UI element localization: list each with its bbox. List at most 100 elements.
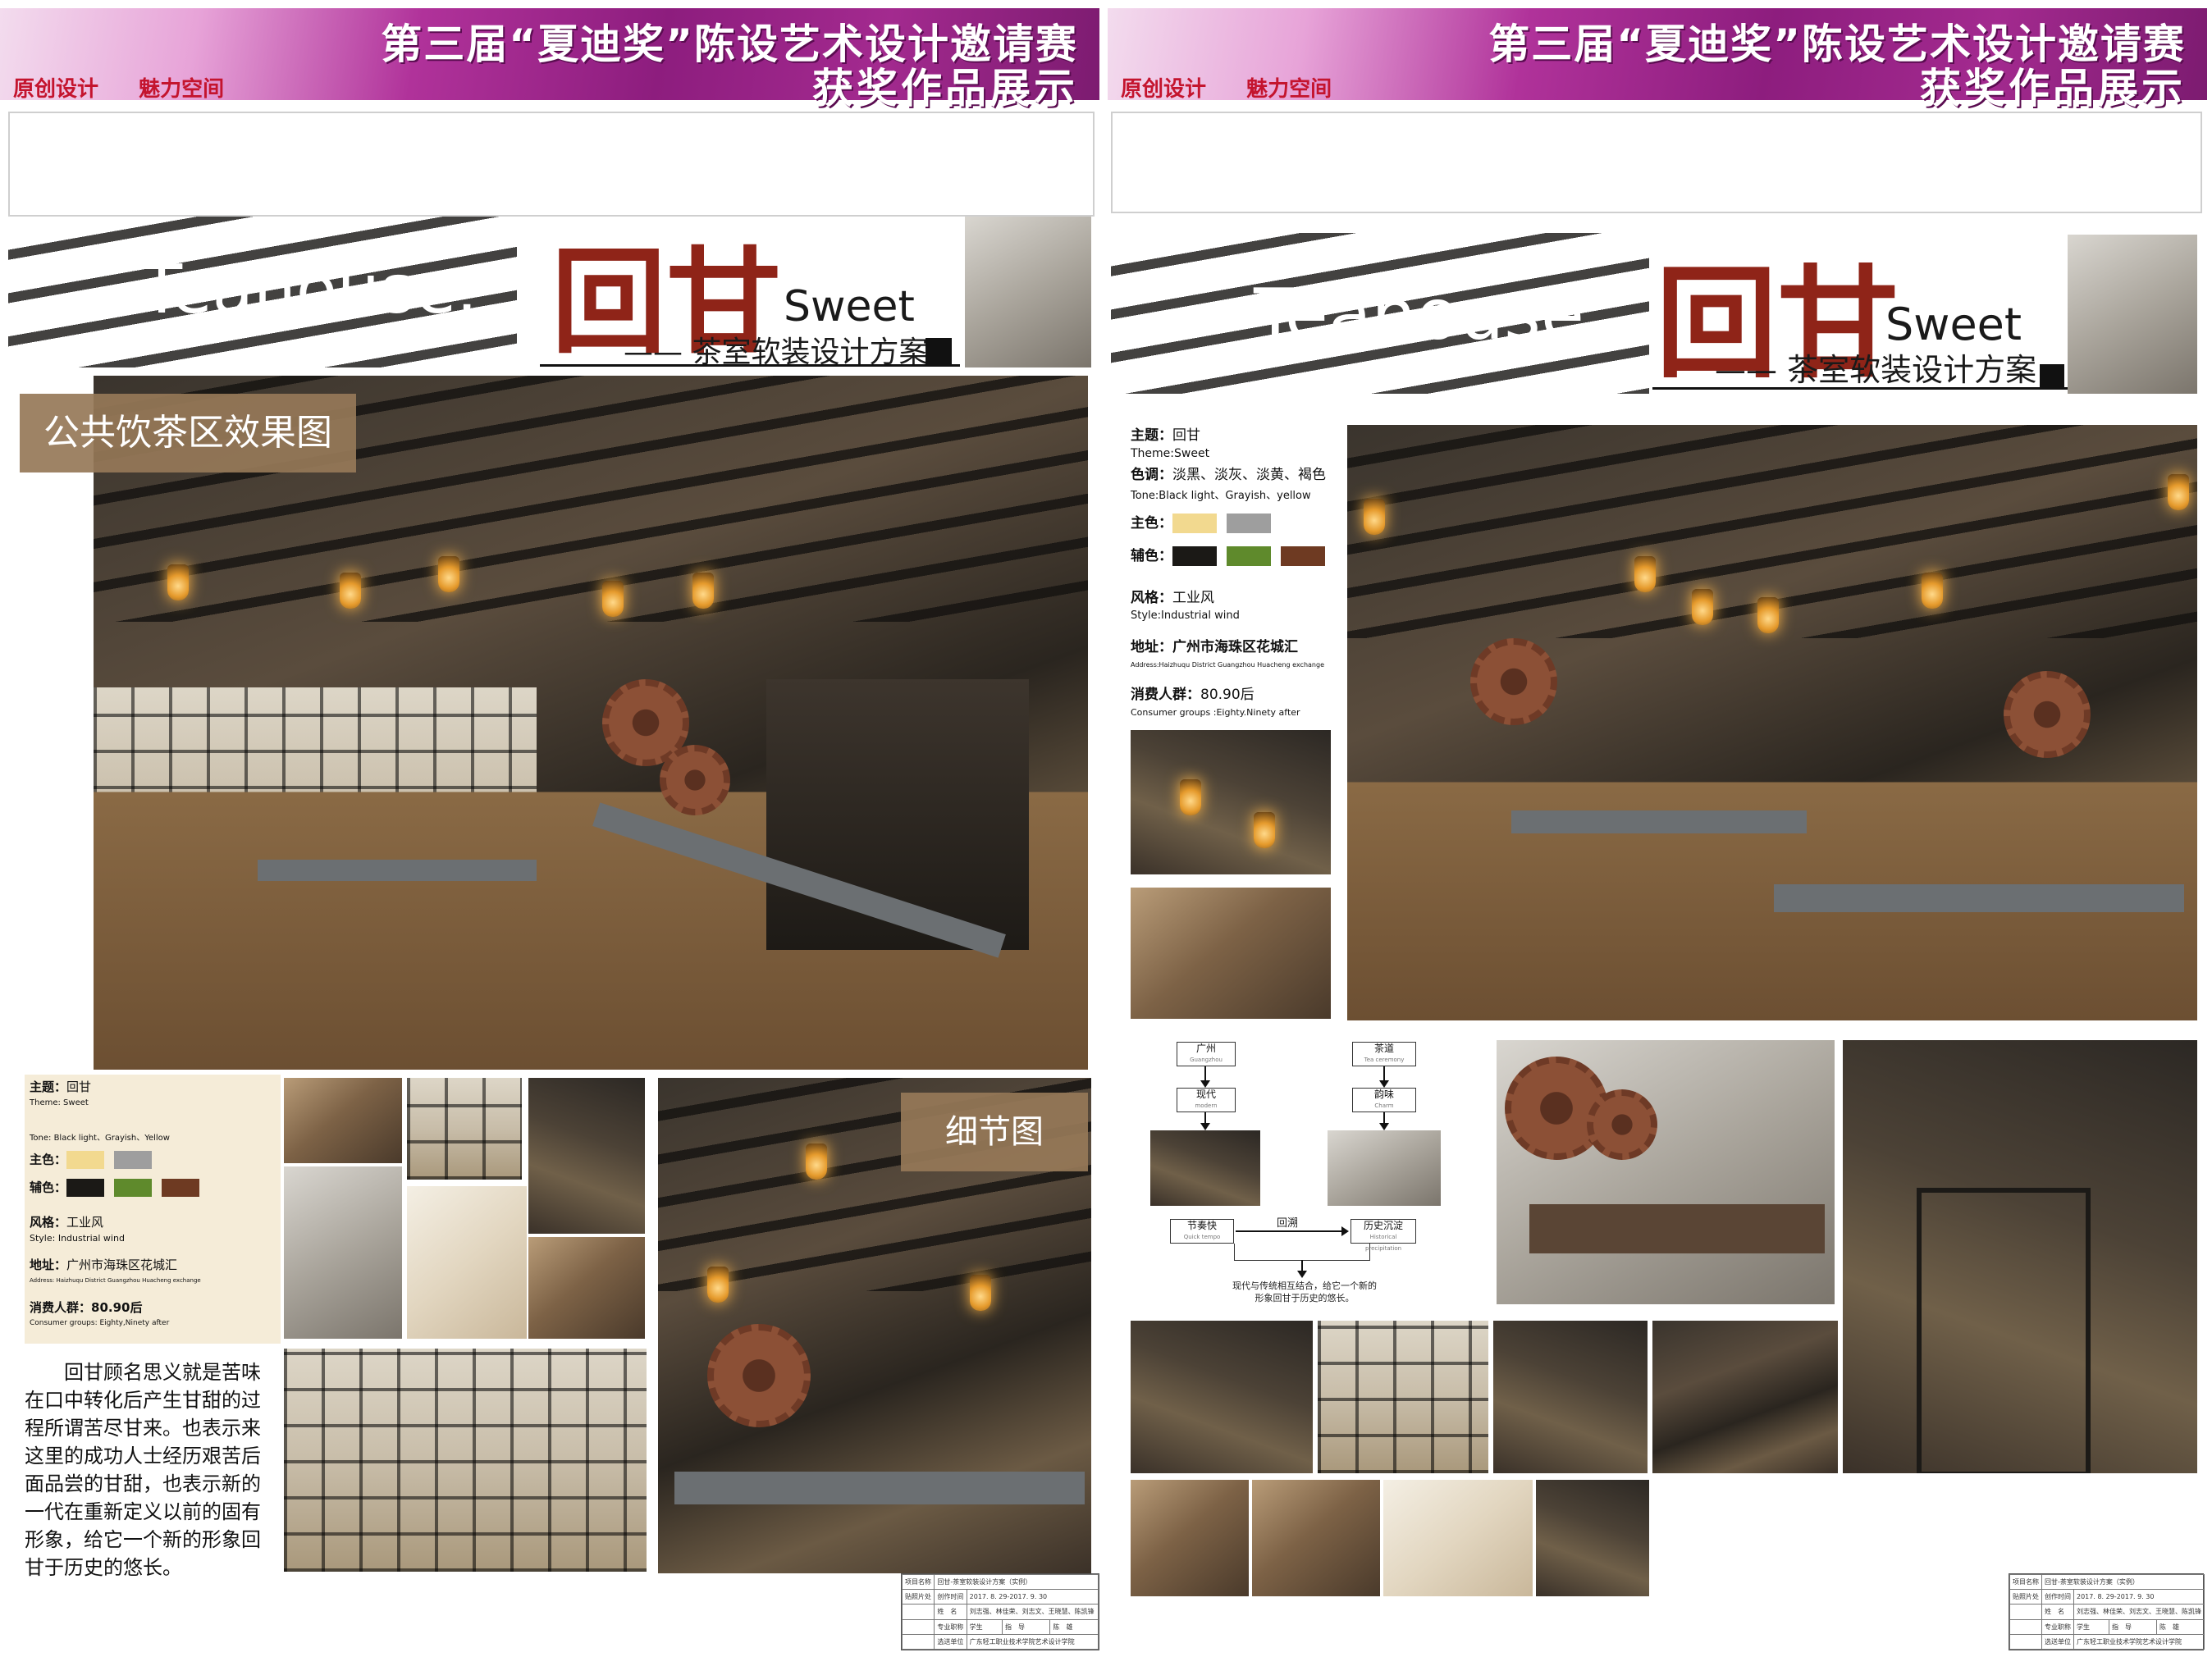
caption-public-area: 公共饮茶区效果图 [20,394,356,472]
address-label: 地址： [1131,639,1172,655]
tbl-unit-value: 广东轻工职业技术学院艺术设计学院 [966,1633,1099,1650]
tbl-major-value: 学生 [966,1618,1003,1635]
style-label: 风格： [1131,590,1172,606]
color-value: 淡黑、淡灰、淡黄、褐色 [1172,467,1326,483]
tbl-names-value: 刘志强、林佳荣、刘志文、王晓慧、陈凯锋 [2073,1604,2205,1620]
swatch-main-grey [114,1151,153,1169]
flow-tea-ceremony: 茶道 Tea ceremony [1352,1042,1416,1066]
photo-teaset [407,1186,527,1339]
theme-en: Theme:Sweet [1131,447,1210,460]
tbl-time-value: 2017. 8. 29-2017. 9. 30 [2073,1589,2205,1605]
style-value: 工业风 [1172,590,1214,606]
theme-value: 回甘 [66,1080,92,1094]
swatch-aux-green [114,1179,153,1197]
info-right: 主题：回甘 Theme:Sweet 色调：淡黑、淡灰、淡黄、褐色 Tone:Bl… [1131,427,1354,722]
photo-detail-1 [1131,1480,1249,1596]
tbl-project-value: 回甘-茶室软装设计方案（实例） [2041,1573,2205,1591]
tag-charm-space: 魅力空间 [1246,77,1332,102]
tbl-major-value: 学生 [2073,1618,2109,1635]
flow-arrow [1200,1112,1210,1130]
swatch-main-grey [1227,514,1271,533]
flow-history: 历史沉淀 Historical precipitation [1351,1219,1416,1252]
consumer-value: 80.90后 [91,1300,143,1315]
design-description: 回甘顾名思义就是苦味在口中转化后产生甘甜的过程所谓苦尽甘来。也表示来这里的成功人… [25,1361,261,1579]
banner-title-line2: 获奖作品展示 [1920,65,2186,112]
theme-label: 主题： [1131,427,1172,444]
tbl-unit-label: 选送单位 [2041,1633,2074,1650]
swatch-aux-brown [162,1179,200,1197]
left-board: 第三届“夏迪奖”陈设艺术设计邀请赛 获奖作品展示 原创设计 魅力空间 Teaho… [0,0,1099,1657]
flow-quick-tempo: 节奏快 Quick tempo [1170,1219,1234,1244]
tbl-names-label: 姓 名 [934,1604,967,1620]
blank-header-box [1111,112,2202,213]
flow-note: 现代与传统相互结合，给它一个新的形象回甘于历史的悠长。 [1232,1280,1377,1303]
style-en: Style: Industrial wind [30,1233,125,1244]
tbl-names-value: 刘志强、林佳荣、刘志文、王晓慧、陈凯锋 [966,1604,1099,1620]
tbl-unit-label: 选送单位 [934,1633,967,1650]
address-label: 地址： [30,1258,67,1272]
photo-detail-4 [1536,1480,1649,1596]
tone-en: Tone:Black light、Grayish、yellow [1131,490,1311,502]
sweet-title: Sweet [1885,299,2022,350]
photo-area-2 [1318,1321,1488,1473]
consumer-en: Consumer groups: Eighty,Ninety after [30,1319,170,1327]
info-left: 主题：回甘 Theme: Sweet Tone: Black light、Gra… [30,1080,276,1331]
flow-guangzhou: 广州 Guangzhou [1177,1042,1236,1066]
consumer-label: 消费人群： [30,1300,92,1315]
title-black-square [925,338,952,364]
tone-en: Tone: Black light、Grayish、Yellow [30,1134,170,1143]
photo-gear-wall [1497,1040,1835,1304]
banner-title-line2: 获奖作品展示 [812,65,1078,112]
teahouse-title: Teahouse. [1254,274,1607,356]
flow-arrow [1379,1112,1389,1130]
address-en: Address: Haizhuqu District Guangzhou Hua… [30,1277,201,1284]
flow-arrow [1379,1066,1389,1088]
caption-detail: 细节图 [901,1093,1088,1171]
swatch-main-yellow [1172,514,1217,533]
aux-color-label: 辅色： [1131,548,1172,564]
consumer-value: 80.90后 [1200,687,1255,703]
public-tea-area-render [94,376,1088,1070]
photo-display-shelf [284,1349,647,1572]
swatch-main-yellow [66,1151,105,1169]
style-en: Style:Industrial wind [1131,609,1240,622]
photo-bamboo-blind [528,1237,645,1339]
tbl-unit-value: 广东轻工职业技术学院艺术设计学院 [2073,1633,2205,1650]
address-en: Address:Haizhuqu District Guangzhou Huac… [1131,661,1324,669]
swatch-aux-green [1227,546,1271,566]
info-table-left: 项目名称 回甘-茶室软装设计方案（实例） 贴照片处 创作时间 2017. 8. 29-… [901,1573,1099,1650]
tbl-time-label: 创作时间 [934,1589,967,1605]
tbl-advisor-value: 陈 雄 [1049,1618,1099,1635]
consumer-label: 消费人群： [1131,687,1200,703]
flow-photo-modern [1150,1130,1260,1206]
flow-connector [1234,1244,1370,1261]
tbl-side-label: 贴照片处 [901,1589,935,1605]
photo-area-3 [1493,1321,1648,1473]
banner: 第三届“夏迪奖”陈设艺术设计邀请赛 获奖作品展示 原创设计 魅力空间 [0,8,1099,112]
tbl-major-label: 专业职称 [2041,1618,2074,1635]
swatch-aux-black [1172,546,1217,566]
tbl-names-label: 姓 名 [2041,1604,2074,1620]
tag-charm-space: 魅力空间 [139,77,225,102]
flow-charm: 韵味 Charm [1352,1088,1416,1112]
tbl-major-label: 专业职称 [934,1618,967,1635]
consumer-en: Consumer groups :Eighty.Ninety after [1131,707,1300,718]
right-board: 第三届“夏迪奖”陈设艺术设计邀请赛 获奖作品展示 原创设计 魅力空间 Teaho… [1108,0,2207,1657]
flow-arrow [1297,1260,1307,1278]
tbl-time-label: 创作时间 [2041,1589,2074,1605]
main-render [1347,425,2197,1020]
style-label: 风格： [30,1215,67,1230]
tag-original-design: 原创设计 [13,77,99,102]
swatch-aux-brown [1281,546,1325,566]
tag-original-design: 原创设计 [1121,77,1207,102]
banner-tags: 原创设计 魅力空间 [13,72,257,103]
theme-label: 主题： [30,1080,67,1094]
photo-detail-3 [1383,1480,1533,1596]
photo-detail-2 [1252,1480,1380,1596]
photo-teatable [1131,888,1331,1019]
banner-tags: 原创设计 魅力空间 [1121,72,1364,103]
photo-industrial-room [284,1166,402,1339]
title-underline [540,364,960,367]
photo-tea-leaves [284,1078,402,1163]
info-table-right: 项目名称 回甘-茶室软装设计方案（实例） 贴照片处 创作时间 2017. 8. 29-… [2009,1573,2205,1650]
